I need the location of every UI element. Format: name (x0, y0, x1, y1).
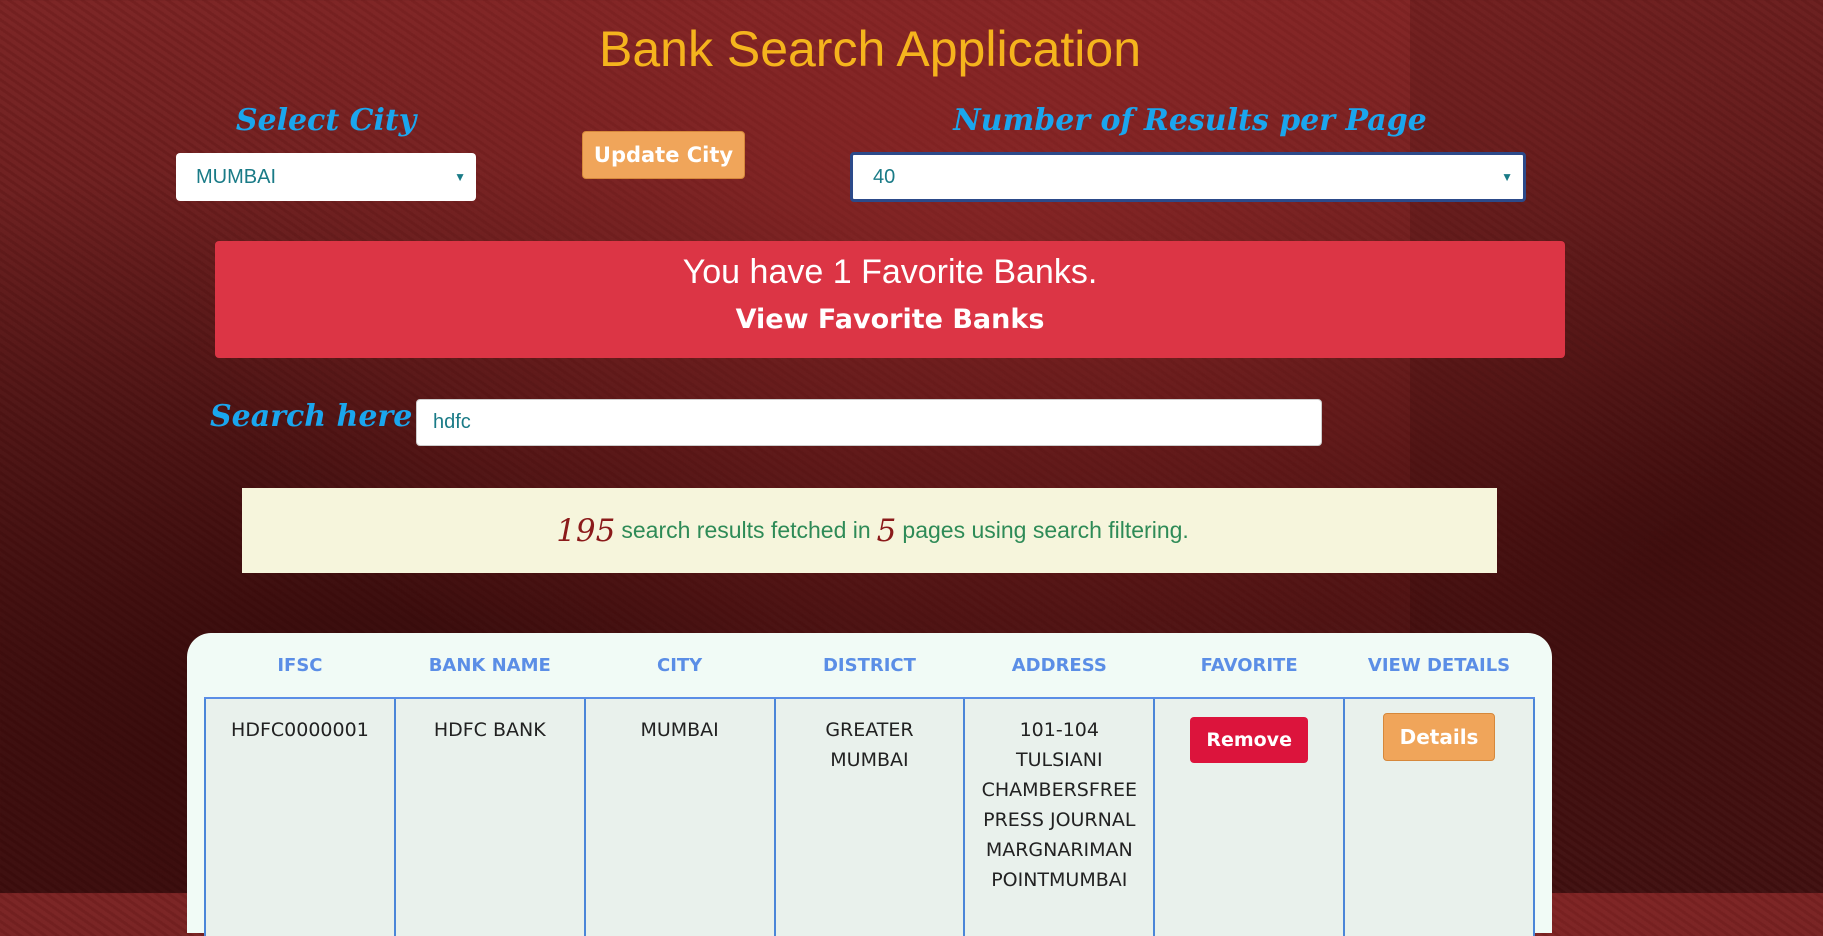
chevron-down-icon: ▼ (454, 170, 466, 184)
header-ifsc: IFSC (205, 633, 395, 699)
cell-ifsc: HDFC0000001 (204, 698, 396, 936)
city-select-value: MUMBAI (196, 165, 276, 188)
cell-district: GREATER MUMBAI (773, 698, 966, 936)
header-favorite: FAVORITE (1154, 633, 1345, 699)
city-label: Select City (235, 103, 417, 138)
header-view-details: VIEW DETAILS (1344, 633, 1534, 699)
update-city-button[interactable]: Update City (582, 131, 745, 179)
results-per-page-label: Number of Results per Page (953, 103, 1427, 138)
cell-bank-name: HDFC BANK (393, 698, 586, 936)
results-text-1: search results fetched in (621, 517, 871, 543)
results-per-page-value: 40 (873, 165, 896, 188)
view-favorites-link[interactable]: View Favorite Banks (215, 304, 1565, 335)
chevron-down-icon: ▼ (1501, 170, 1513, 184)
cell-favorite: Remove (1153, 698, 1346, 936)
results-summary: 195 search results fetched in 5 pages us… (242, 488, 1497, 573)
address-line: POINTMUMBAI (991, 869, 1128, 891)
cell-view-details: Details (1343, 698, 1535, 936)
results-text-2: pages using search filtering. (902, 517, 1189, 543)
results-count: 195 (556, 512, 616, 549)
results-table-container: IFSC BANK NAME CITY DISTRICT ADDRESS FAV… (187, 633, 1552, 936)
search-input-value: hdfc (433, 411, 471, 433)
favorites-message: You have 1 Favorite Banks. (682, 253, 1098, 291)
header-address: ADDRESS (964, 633, 1155, 699)
results-per-page-select[interactable]: 40 ▼ (850, 152, 1526, 202)
table-row: HDFC0000001 HDFC BANK MUMBAI GREATER MUM… (204, 698, 1535, 936)
address-line: CHAMBERSFREE (981, 779, 1137, 801)
city-select[interactable]: MUMBAI ▼ (176, 153, 476, 201)
address-line: MARGNARIMAN (985, 839, 1133, 861)
address-line: 101-104 (1019, 719, 1099, 741)
address-line: PRESS JOURNAL (983, 809, 1136, 831)
table-header-row: IFSC BANK NAME CITY DISTRICT ADDRESS FAV… (205, 633, 1534, 699)
cell-city: MUMBAI (583, 698, 776, 936)
cell-address: 101-104 TULSIANI CHAMBERSFREE PRESS JOUR… (963, 698, 1156, 936)
results-table: IFSC BANK NAME CITY DISTRICT ADDRESS FAV… (204, 633, 1535, 936)
header-city: CITY (584, 633, 775, 699)
page-title: Bank Search Application (598, 21, 1142, 77)
details-button[interactable]: Details (1382, 713, 1496, 761)
remove-favorite-button[interactable]: Remove (1190, 717, 1308, 763)
favorites-banner: You have 1 Favorite Banks. View Favorite… (215, 241, 1565, 358)
search-label: Search here (210, 399, 413, 434)
search-input[interactable]: hdfc (416, 399, 1322, 446)
header-bank-name: BANK NAME (394, 633, 585, 699)
header-district: DISTRICT (774, 633, 965, 699)
address-line: TULSIANI (1016, 749, 1103, 771)
pages-count: 5 (876, 512, 897, 549)
district-line: GREATER (825, 719, 914, 741)
district-line: MUMBAI (830, 749, 909, 771)
